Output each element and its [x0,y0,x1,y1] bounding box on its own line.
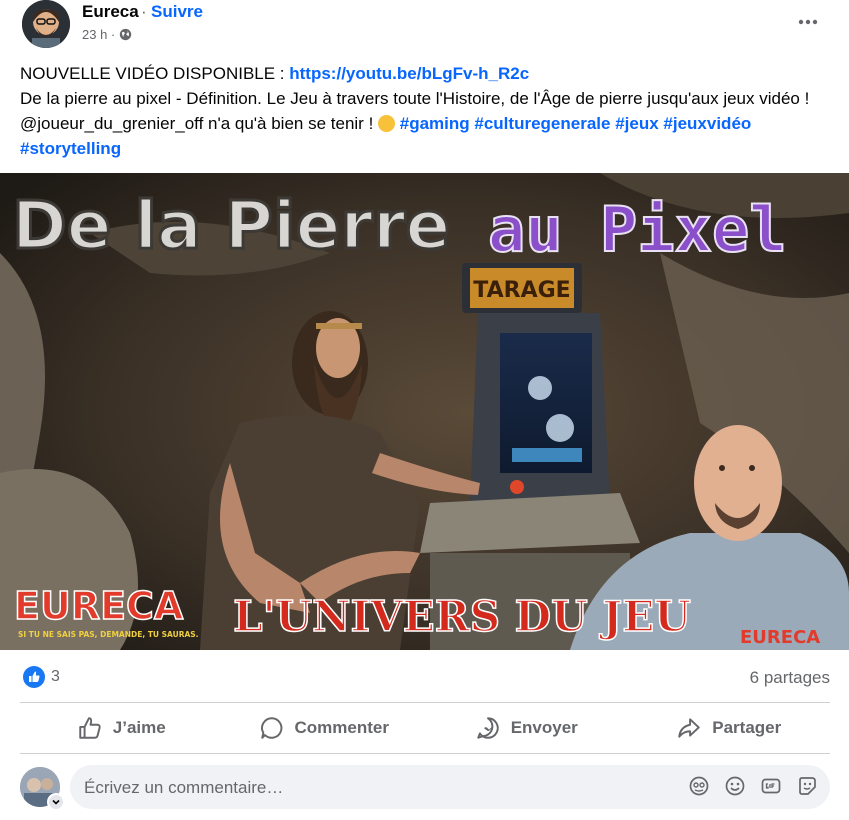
avatar-icon [22,0,70,48]
thumbnail-image: TARAGE De la Pierre au Pixel EURECA SI T… [0,173,849,650]
share-button[interactable]: Partager [628,704,831,752]
action-bar: J’aime Commenter Envoyer Partager [20,704,830,752]
hashtag-culturegenerale[interactable]: #culturegenerale [474,114,610,133]
comment-input[interactable] [82,765,666,811]
emoji-icon[interactable] [724,775,746,797]
thumbnail-title-pixel: au Pixel [488,193,787,266]
like-reaction-icon[interactable] [23,666,45,688]
video-thumbnail[interactable]: TARAGE De la Pierre au Pixel EURECA SI T… [0,173,849,650]
profile-switch-button[interactable] [47,793,65,811]
eureca-logo: EURECA [14,584,184,628]
follow-button[interactable]: Suivre [151,2,203,22]
post-meta: 23 h · [82,27,132,42]
reaction-count[interactable]: 3 [51,668,60,686]
like-button[interactable]: J’aime [20,704,223,752]
sticker-icon[interactable] [796,775,818,797]
post-time[interactable]: 23 h · [82,27,115,42]
reactions-row: 3 6 partages [0,660,849,696]
video-link[interactable]: https://youtu.be/bLgFv-h_R2c [289,64,529,83]
grinning-sweat-emoji-icon [378,115,396,132]
thumbs-up-icon [29,671,40,682]
comment-composer [20,765,830,811]
divider-top [20,702,830,703]
like-icon [79,717,101,739]
comment-button[interactable]: Commenter [223,704,426,752]
comment-box[interactable] [70,765,830,811]
separator-dot: · [141,2,147,21]
share-icon [678,718,700,738]
thumbnail-title-stone: De la Pierre [12,187,450,264]
globe-icon[interactable] [119,28,132,41]
logo-tagline: SI TU NE SAIS PAS, DEMANDE, TU SAURAS. [18,630,199,639]
share-label: Partager [712,718,782,737]
hashtag-jeux[interactable]: #jeux [615,114,658,133]
divider-bottom [20,753,830,754]
comment-tools [688,775,818,797]
thumbnail-subtitle: L'UNIVERS DU JEU [233,592,691,641]
hashtag-jeuxvideo[interactable]: #jeuxvidéo [663,114,751,133]
send-label: Envoyer [510,718,578,737]
author-avatar[interactable] [22,0,70,48]
like-label: J’aime [112,718,166,737]
shares-count[interactable]: 6 partages [750,668,830,688]
gif-icon[interactable] [760,775,782,797]
send-button[interactable]: Envoyer [425,704,628,752]
avatar-sticker-icon[interactable] [688,775,710,797]
more-icon [798,19,818,25]
comment-icon [260,717,282,739]
author-name[interactable]: Eureca [82,2,139,22]
chevron-down-icon [52,799,60,805]
arcade-marquee: TARAGE [473,278,570,303]
hashtag-storytelling[interactable]: #storytelling [20,139,121,158]
post-text: NOUVELLE VIDÉO DISPONIBLE : https://yout… [20,61,830,161]
send-icon [476,717,499,739]
shirt-logo: EURECA [740,627,820,648]
comment-label: Commenter [294,718,389,737]
more-options-button[interactable] [796,10,820,30]
hashtag-gaming[interactable]: #gaming [400,114,470,133]
post-text-line1: NOUVELLE VIDÉO DISPONIBLE : [20,64,290,83]
